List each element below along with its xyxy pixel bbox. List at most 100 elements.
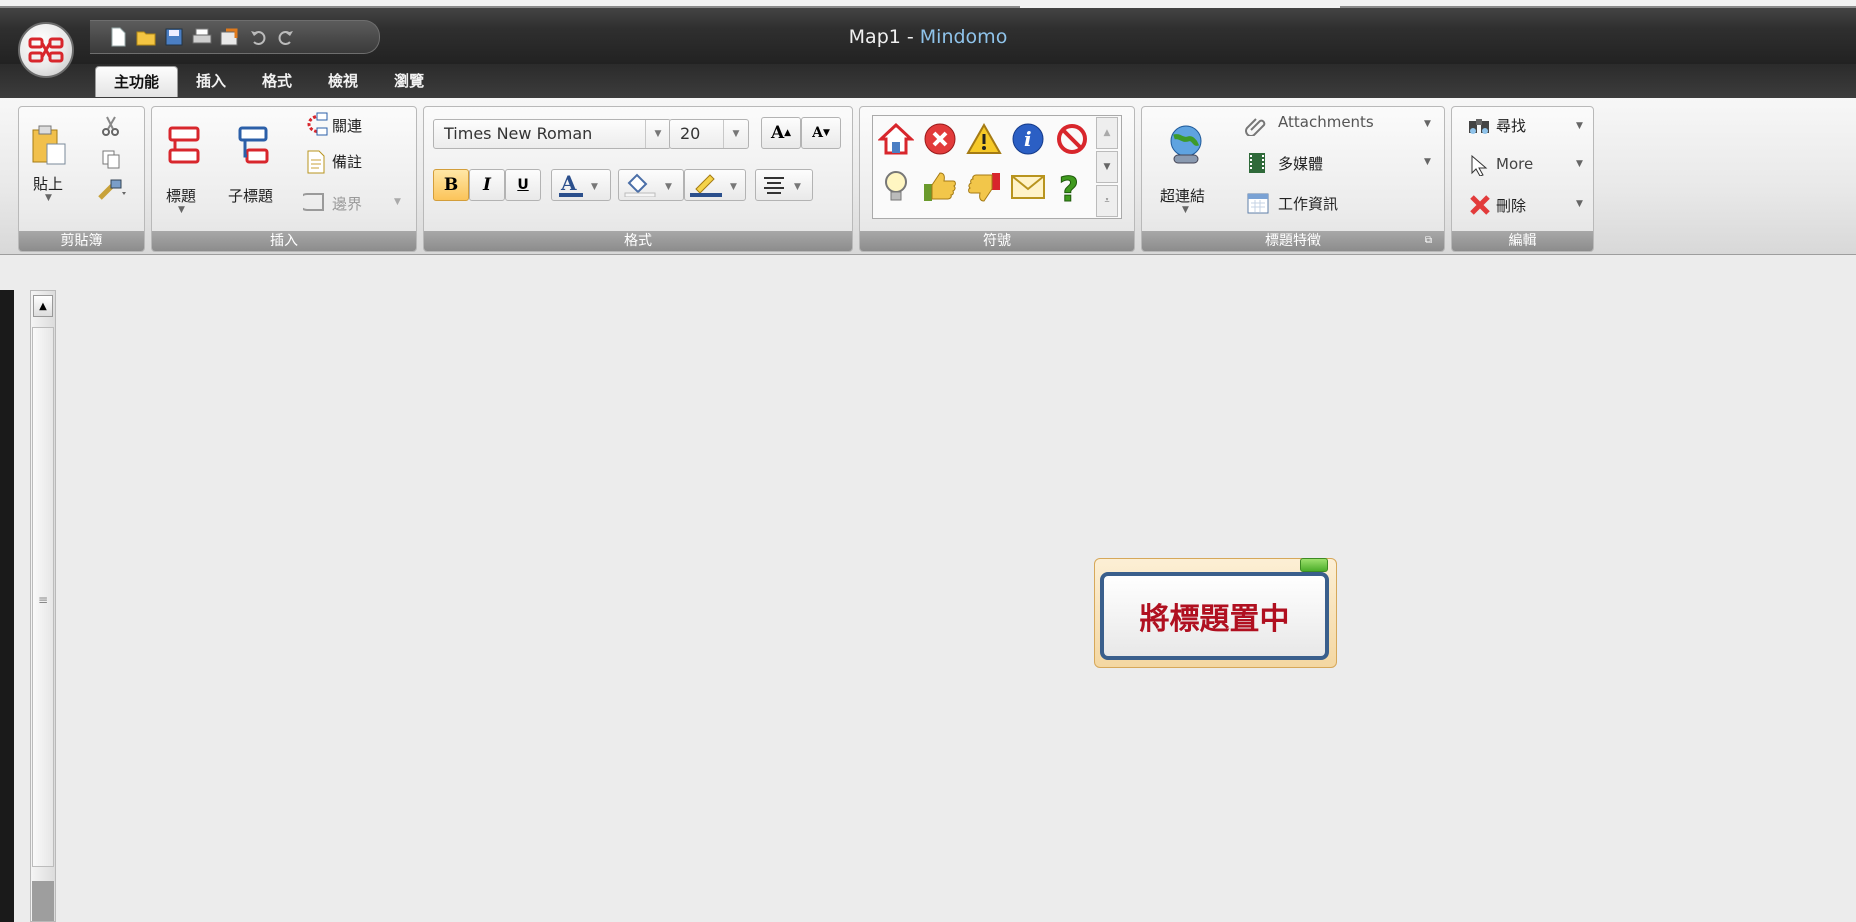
note-label[interactable]: 備註 [332, 151, 362, 172]
tab-browse[interactable]: 瀏覽 [376, 66, 442, 96]
hyperlink-dropdown-icon[interactable]: ▼ [1182, 205, 1189, 215]
svg-text:?: ? [1059, 170, 1079, 205]
font-size-dropdown-icon[interactable]: ▼ [723, 120, 748, 148]
font-color-button[interactable]: A ▼ [551, 169, 611, 201]
fill-color-button[interactable]: ▼ [618, 169, 684, 201]
paste-dropdown-icon[interactable]: ▼ [45, 193, 52, 203]
vertical-scrollbar[interactable]: ▲ ≡ [30, 290, 56, 922]
tab-format[interactable]: 格式 [244, 66, 310, 96]
topic-label[interactable]: 標題 [166, 185, 196, 206]
svg-text:i: i [1024, 127, 1032, 151]
scroll-up-icon[interactable]: ▲ [33, 295, 53, 317]
topic-handle[interactable] [1300, 558, 1328, 572]
font-size-value: 20 [680, 124, 701, 143]
markers-gallery-scroll[interactable]: ▲ ▼ ⩡ [1096, 117, 1118, 217]
attachments-dropdown-icon[interactable]: ▼ [1424, 119, 1431, 129]
question-icon[interactable]: ? [1052, 167, 1092, 207]
copy-icon[interactable] [99, 147, 123, 171]
bold-button[interactable]: B [433, 169, 469, 201]
mindomo-logo-icon [28, 37, 64, 63]
clipboard-group-label: 剪貼簿 [19, 231, 144, 251]
paperclip-icon[interactable] [1244, 113, 1268, 137]
task-info-label[interactable]: 工作資訊 [1278, 193, 1338, 214]
svg-text:▼: ▼ [591, 182, 598, 192]
format-painter-icon[interactable] [95, 177, 127, 203]
gallery-expand-icon[interactable]: ⩡ [1096, 185, 1118, 217]
document-name: Map1 [848, 26, 901, 48]
find-dropdown-icon[interactable]: ▼ [1576, 121, 1583, 131]
font-family-select[interactable]: Times New Roman ▼ [433, 119, 671, 149]
edit-group: 尋找 ▼ More ▼ 刪除 ▼ 編輯 [1451, 106, 1594, 252]
boundary-label: 邊界 [332, 195, 363, 213]
calendar-icon[interactable] [1246, 191, 1270, 215]
underline-button[interactable]: U [505, 169, 541, 201]
cancel-icon[interactable] [920, 119, 960, 159]
line-color-button[interactable]: ▼ [684, 169, 746, 201]
topic-dropdown-icon[interactable]: ▼ [178, 205, 185, 215]
tab-insert[interactable]: 插入 [178, 66, 244, 96]
markers-group: i ? ▲ ▼ ⩡ 符號 [859, 106, 1135, 252]
multimedia-label[interactable]: 多媒體 [1278, 153, 1323, 174]
info-icon[interactable]: i [1008, 119, 1048, 159]
delete-label[interactable]: 刪除 [1496, 195, 1526, 216]
grip-icon: ≡ [38, 593, 49, 607]
svg-text:▼: ▼ [665, 182, 672, 192]
italic-button[interactable]: I [469, 169, 505, 201]
tab-home[interactable]: 主功能 [95, 66, 179, 97]
home-icon[interactable] [876, 119, 916, 159]
lightbulb-icon[interactable] [876, 167, 916, 207]
mind-map-canvas[interactable] [0, 255, 1856, 922]
relationship-icon[interactable] [300, 111, 330, 137]
cut-icon[interactable] [99, 113, 123, 139]
hyperlink-label[interactable]: 超連結 [1160, 185, 1205, 206]
alignment-button[interactable]: ▼ [755, 169, 813, 201]
subtopic-icon[interactable] [236, 123, 272, 167]
application-menu-button[interactable] [18, 22, 74, 78]
more-label[interactable]: More [1496, 155, 1533, 173]
topic-icon[interactable] [166, 123, 202, 167]
delete-icon[interactable] [1468, 193, 1492, 217]
gallery-down-icon[interactable]: ▼ [1096, 151, 1118, 183]
markers-group-label: 符號 [860, 231, 1134, 251]
insert-group: 標題 ▼ 子標題 關連 備註 邊界 ▼ 插入 [151, 106, 417, 252]
insert-group-label: 插入 [152, 231, 416, 251]
paste-icon[interactable] [29, 123, 69, 167]
clipboard-group: 貼上 ▼ 剪貼簿 [18, 106, 145, 252]
paste-label[interactable]: 貼上 [33, 173, 63, 194]
multimedia-icon[interactable] [1246, 151, 1268, 175]
thumbs-down-icon[interactable] [964, 167, 1004, 207]
edit-group-label: 編輯 [1452, 231, 1593, 251]
multimedia-dropdown-icon[interactable]: ▼ [1424, 157, 1431, 167]
dialog-launcher-icon[interactable]: ⧉ [1425, 231, 1432, 251]
ribbon-tabs: 主功能 插入 格式 檢視 瀏覽 [95, 66, 442, 97]
cursor-icon[interactable] [1468, 153, 1490, 177]
prohibited-icon[interactable] [1052, 119, 1092, 159]
svg-text:▼: ▼ [794, 182, 801, 192]
note-icon[interactable] [304, 149, 328, 175]
subtopic-label[interactable]: 子標題 [228, 185, 273, 206]
mail-icon[interactable] [1008, 167, 1048, 207]
scrollbar-thumb[interactable]: ≡ [32, 327, 54, 867]
more-dropdown-icon[interactable]: ▼ [1576, 159, 1583, 169]
warning-icon[interactable] [964, 119, 1004, 159]
format-group: Times New Roman ▼ 20 ▼ A ▲ A ▼ B I U A ▼ ▼ … [423, 106, 853, 252]
thumbs-up-icon[interactable] [920, 167, 960, 207]
relationship-label[interactable]: 關連 [332, 115, 362, 136]
left-edge [0, 290, 14, 922]
grow-font-button[interactable]: A ▲ [761, 117, 801, 149]
svg-text:A: A [560, 173, 577, 195]
find-label[interactable]: 尋找 [1496, 115, 1526, 136]
attachments-label[interactable]: Attachments [1278, 113, 1374, 131]
ribbon: 貼上 ▼ 剪貼簿 標題 ▼ 子標題 關連 備註 邊界 ▼ 插入 Times Ne… [0, 98, 1856, 255]
tab-view[interactable]: 檢視 [310, 66, 376, 96]
delete-dropdown-icon[interactable]: ▼ [1576, 199, 1583, 209]
window-title: Map1 - Mindomo [848, 26, 1008, 48]
central-topic[interactable]: 將標題置中 [1100, 572, 1329, 660]
shrink-font-button[interactable]: A ▼ [801, 117, 841, 149]
boundary-icon [302, 191, 328, 213]
font-family-dropdown-icon[interactable]: ▼ [645, 120, 670, 148]
binoculars-icon[interactable] [1466, 113, 1492, 137]
hyperlink-icon[interactable] [1162, 121, 1210, 169]
font-size-select[interactable]: 20 ▼ [669, 119, 749, 149]
gallery-up-icon[interactable]: ▲ [1096, 117, 1118, 149]
